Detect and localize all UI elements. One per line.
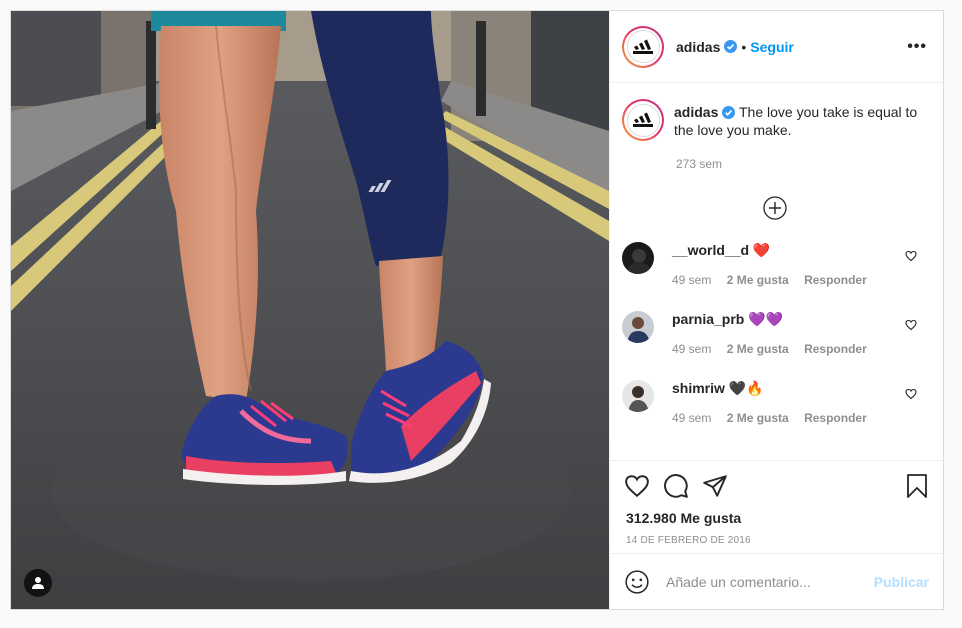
reply-button[interactable]: Responder bbox=[804, 273, 867, 287]
follow-button[interactable]: Seguir bbox=[750, 39, 794, 55]
comment-body: __world__d ❤️ 49 sem 2 Me gusta Responde… bbox=[672, 242, 879, 287]
comment-username[interactable]: __world__d bbox=[672, 242, 749, 258]
tagged-users-button[interactable] bbox=[24, 569, 52, 597]
comment-text: 🖤🔥 bbox=[728, 380, 764, 396]
comment-text: ❤️ bbox=[752, 242, 771, 258]
comment-item: parnia_prb 💜💜 49 sem 2 Me gusta Responde… bbox=[622, 309, 927, 356]
comment-body: shimriw 🖤🔥 49 sem 2 Me gusta Responder bbox=[672, 380, 879, 425]
verified-badge-icon bbox=[722, 106, 736, 119]
publish-button[interactable]: Publicar bbox=[874, 574, 929, 590]
comment-time[interactable]: 49 sem bbox=[672, 273, 711, 287]
caption: adidas The love you take is equal to the… bbox=[622, 99, 927, 141]
like-heart-icon[interactable] bbox=[624, 473, 650, 499]
header-separator: • bbox=[741, 38, 747, 55]
reply-button[interactable]: Responder bbox=[804, 342, 867, 356]
person-icon bbox=[32, 577, 44, 589]
share-paper-plane-icon[interactable] bbox=[702, 473, 728, 499]
comment-username[interactable]: shimriw bbox=[672, 380, 725, 396]
action-icons bbox=[624, 471, 929, 501]
comment-time[interactable]: 49 sem bbox=[672, 342, 711, 356]
comment-avatar[interactable] bbox=[622, 242, 654, 274]
adidas-logo bbox=[633, 112, 653, 127]
comment-bubble-icon[interactable] bbox=[663, 473, 689, 499]
header-username[interactable]: adidas bbox=[676, 39, 720, 55]
comment-likes[interactable]: 2 Me gusta bbox=[727, 273, 789, 287]
caption-avatar[interactable] bbox=[622, 99, 664, 141]
comment-input[interactable] bbox=[666, 573, 874, 590]
verified-badge-icon bbox=[724, 40, 738, 53]
emoji-smiley-icon[interactable] bbox=[624, 569, 650, 595]
comment-time[interactable]: 49 sem bbox=[672, 411, 711, 425]
comment-likes[interactable]: 2 Me gusta bbox=[727, 342, 789, 356]
load-more-comments[interactable] bbox=[622, 196, 927, 226]
plus-circle-icon[interactable] bbox=[762, 196, 787, 220]
avatar-photo bbox=[626, 249, 652, 274]
comment-body: parnia_prb 💜💜 49 sem 2 Me gusta Responde… bbox=[672, 311, 879, 356]
like-comment-heart-icon[interactable] bbox=[905, 388, 917, 400]
post-date[interactable]: 14 DE FEBRERO DE 2016 bbox=[626, 535, 929, 546]
post-header: adidas • Seguir ••• bbox=[610, 11, 943, 83]
comment-likes[interactable]: 2 Me gusta bbox=[727, 411, 789, 425]
comment-username[interactable]: parnia_prb bbox=[672, 311, 744, 327]
caption-username[interactable]: adidas bbox=[674, 104, 718, 120]
like-comment-heart-icon[interactable] bbox=[905, 250, 917, 262]
profile-avatar[interactable] bbox=[622, 25, 664, 68]
post-modal: adidas • Seguir ••• adidas The love you … bbox=[10, 10, 944, 610]
comment-item: __world__d ❤️ 49 sem 2 Me gusta Responde… bbox=[622, 240, 927, 287]
comment-item: shimriw 🖤🔥 49 sem 2 Me gusta Responder bbox=[622, 378, 927, 425]
post-actions: 312.980 Me gusta 14 DE FEBRERO DE 2016 bbox=[610, 460, 943, 553]
add-comment-bar: Publicar bbox=[610, 553, 943, 609]
adidas-logo bbox=[633, 39, 653, 54]
avatar-photo bbox=[628, 386, 649, 412]
more-options-icon[interactable]: ••• bbox=[907, 38, 927, 56]
comment-avatar[interactable] bbox=[622, 380, 654, 412]
caption-text-block: adidas The love you take is equal to the… bbox=[674, 103, 927, 141]
comments-section: adidas The love you take is equal to the… bbox=[610, 83, 943, 460]
avatar-photo bbox=[627, 317, 650, 343]
post-image[interactable] bbox=[11, 11, 609, 609]
likes-count[interactable]: 312.980 Me gusta bbox=[626, 510, 929, 526]
reply-button[interactable]: Responder bbox=[804, 411, 867, 425]
bookmark-icon[interactable] bbox=[905, 473, 929, 499]
post-side-panel: adidas • Seguir ••• adidas The love you … bbox=[609, 11, 943, 609]
post-photo-illustration bbox=[11, 11, 609, 609]
comment-text: 💜💜 bbox=[748, 311, 784, 327]
comment-avatar[interactable] bbox=[622, 311, 654, 343]
caption-time[interactable]: 273 sem bbox=[676, 157, 927, 171]
like-comment-heart-icon[interactable] bbox=[905, 319, 917, 331]
